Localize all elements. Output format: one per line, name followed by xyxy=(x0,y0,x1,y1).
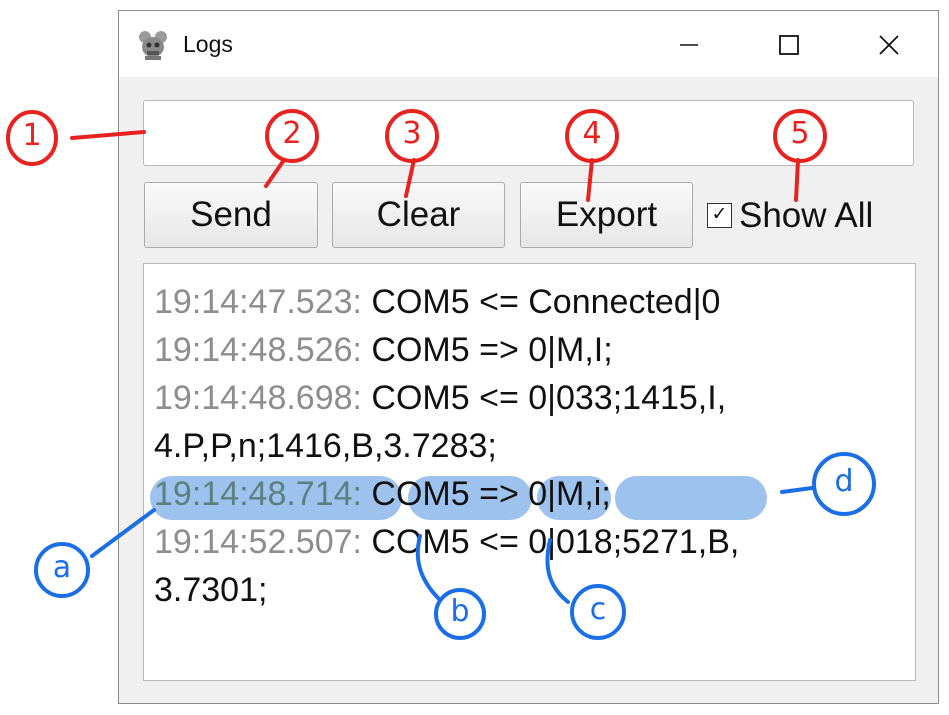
log-timestamp: 19:14:48.714: xyxy=(154,475,362,513)
logs-window: Logs Send Clear Export ✓ Show All 19:14:… xyxy=(118,10,939,704)
log-timestamp: 19:14:47.523: xyxy=(154,283,362,321)
annotation-label: 1 xyxy=(22,118,42,153)
log-line: 19:14:52.507: COM5 <= 0|018;5271,B, xyxy=(154,518,739,566)
annotation-label: 3 xyxy=(402,116,422,151)
annotation-label: 4 xyxy=(582,116,602,151)
log-message: COM5 <= 0|018;5271,B, xyxy=(361,523,740,561)
log-line: 19:14:47.523: COM5 <= Connected|0 xyxy=(154,278,720,326)
clear-button[interactable]: Clear xyxy=(332,182,505,248)
log-line: 3.7301; xyxy=(154,566,267,614)
export-button[interactable]: Export xyxy=(520,182,693,248)
window-title: Logs xyxy=(183,31,233,57)
annotation-label: b xyxy=(450,594,470,629)
close-icon xyxy=(879,35,899,55)
annotation-label: 5 xyxy=(790,116,810,151)
minimize-icon xyxy=(680,44,698,46)
log-line-highlighted: 19:14:48.714: COM5 => 0|M,i; xyxy=(154,470,611,518)
log-message: COM5 => 0|M,I; xyxy=(361,331,613,369)
log-message: 3.7301; xyxy=(154,571,268,609)
annotation-label: 2 xyxy=(282,116,302,151)
log-line: 19:14:48.698: COM5 <= 0|033;1415,I, xyxy=(154,374,726,422)
highlight-payload xyxy=(615,476,767,520)
log-timestamp: 19:14:48.526: xyxy=(154,331,362,369)
log-message: COM5 => 0|M,i; xyxy=(361,475,611,513)
log-output[interactable]: 19:14:47.523: COM5 <= Connected|0 19:14:… xyxy=(143,263,916,681)
log-line: 19:14:48.526: COM5 => 0|M,I; xyxy=(154,326,613,374)
annotation-label: a xyxy=(52,550,72,585)
robot-mouse-icon xyxy=(139,31,167,60)
log-message: COM5 <= 0|033;1415,I, xyxy=(361,379,727,417)
annotation-label: c xyxy=(589,592,607,627)
show-all-label: Show All xyxy=(739,196,874,235)
send-button[interactable]: Send xyxy=(144,182,318,248)
minimize-button[interactable] xyxy=(665,25,713,65)
log-message: 4.P,P,n;1416,B,3.7283; xyxy=(154,427,497,465)
maximize-icon xyxy=(779,35,799,55)
show-all-checkbox[interactable]: ✓ xyxy=(707,203,732,228)
maximize-button[interactable] xyxy=(765,25,813,65)
log-timestamp: 19:14:48.698: xyxy=(154,379,362,417)
log-timestamp: 19:14:52.507: xyxy=(154,523,362,561)
annotation-label: d xyxy=(834,464,854,499)
title-bar[interactable]: Logs xyxy=(119,11,938,77)
log-message: COM5 <= Connected|0 xyxy=(361,283,721,321)
log-line: 4.P,P,n;1416,B,3.7283; xyxy=(154,422,497,470)
close-button[interactable] xyxy=(865,25,913,65)
